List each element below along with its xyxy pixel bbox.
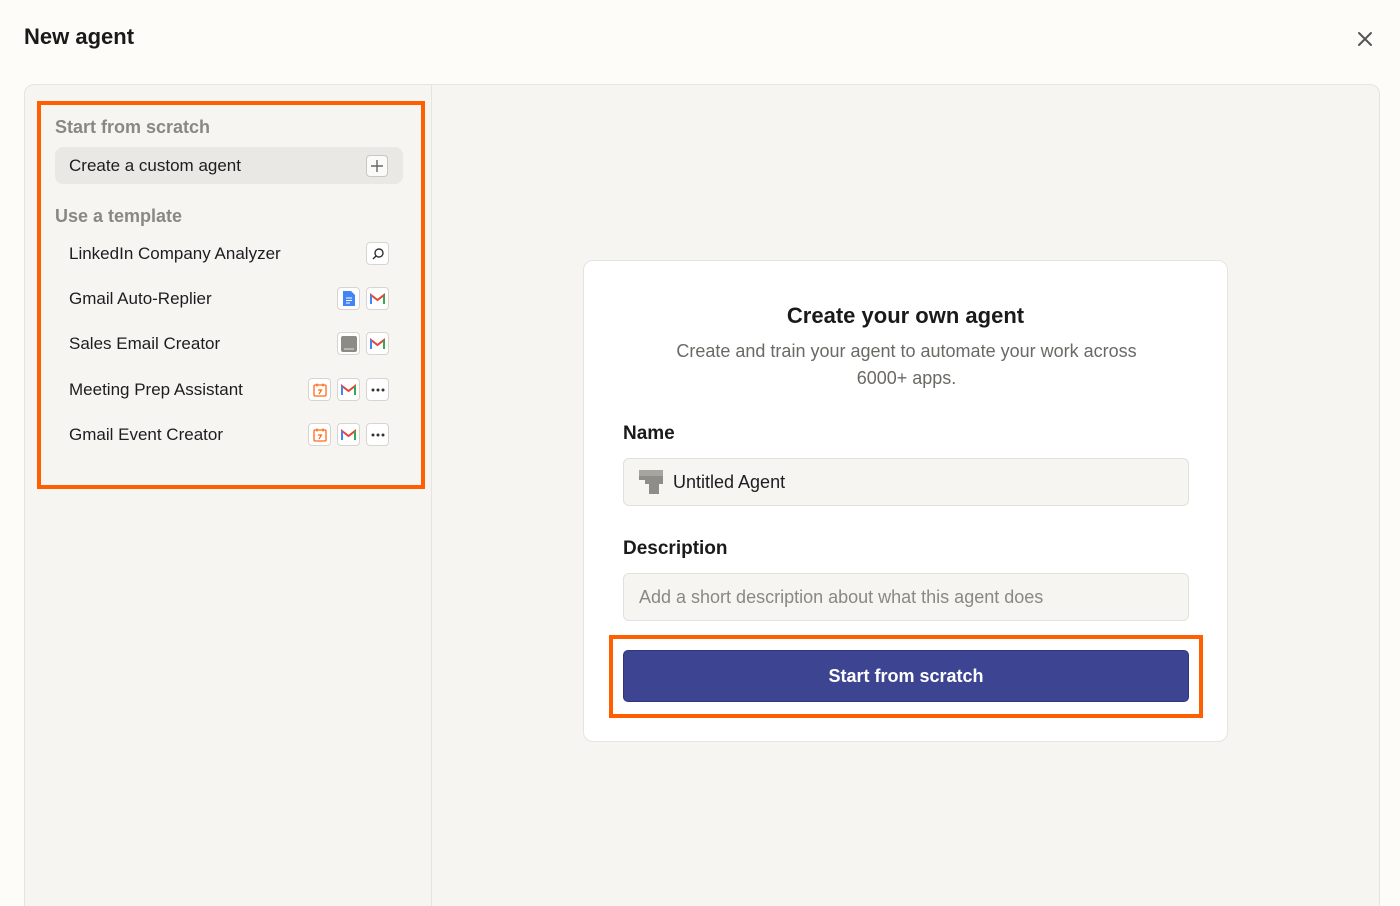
card-title: Create your own agent [786, 303, 1025, 328]
gmail-icon [366, 332, 389, 355]
agent-icon [639, 470, 663, 494]
sidebar: Start from scratch Create a custom agent… [25, 85, 432, 906]
more-icon [366, 423, 389, 446]
calendar-icon [308, 423, 331, 446]
template-item-gmail-event-creator[interactable]: Gmail Event Creator [55, 416, 403, 454]
name-field[interactable] [623, 458, 1189, 506]
name-input[interactable] [673, 471, 1173, 493]
google-docs-icon [337, 287, 360, 310]
start-from-scratch-button[interactable]: Start from scratch [623, 650, 1189, 702]
template-label: Meeting Prep Assistant [69, 380, 243, 399]
search-icon [366, 242, 389, 265]
template-item-sales-email-creator[interactable]: Sales Email Creator [55, 325, 403, 363]
description-input[interactable] [639, 586, 1173, 608]
description-label: Description [623, 538, 728, 559]
close-icon [1358, 32, 1372, 46]
gmail-icon [366, 287, 389, 310]
gmail-icon [337, 423, 360, 446]
card-subtitle: Create and train your agent to automate … [676, 341, 1137, 388]
description-field[interactable] [623, 573, 1189, 621]
template-item-gmail-auto-replier[interactable]: Gmail Auto-Replier [55, 280, 403, 318]
custom-agent-label: Create a custom agent [69, 155, 241, 175]
template-item-meeting-prep-assistant[interactable]: Meeting Prep Assistant [55, 371, 403, 409]
scratch-section-label: Start from scratch [55, 117, 211, 137]
template-label: LinkedIn Company Analyzer [69, 244, 281, 263]
more-icon [366, 378, 389, 401]
template-label: Sales Email Creator [69, 334, 221, 353]
plus-icon [366, 155, 388, 177]
name-label: Name [623, 423, 675, 444]
template-label: Gmail Event Creator [69, 425, 223, 444]
modal-title: New agent [24, 24, 135, 49]
create-custom-agent-button[interactable]: Create a custom agent [55, 147, 403, 184]
close-button[interactable] [1352, 26, 1378, 52]
content-panel: Start from scratch Create a custom agent… [24, 84, 1380, 906]
gmail-icon [337, 378, 360, 401]
app-placeholder-icon [337, 332, 360, 355]
template-label: Gmail Auto-Replier [69, 289, 212, 308]
template-item-linkedin-company-analyzer[interactable]: LinkedIn Company Analyzer [55, 235, 403, 273]
create-agent-card: Create your own agent Create and train y… [583, 260, 1228, 742]
calendar-icon [308, 378, 331, 401]
template-section-label: Use a template [55, 206, 183, 226]
